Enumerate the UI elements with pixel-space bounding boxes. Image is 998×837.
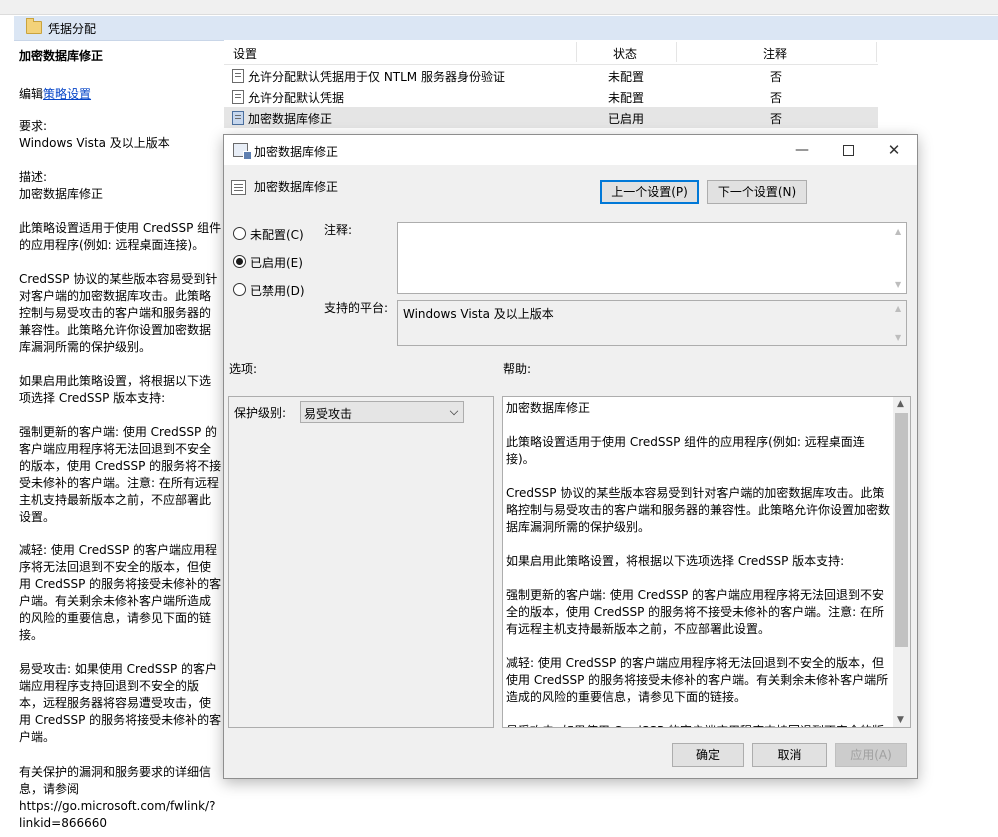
list-item[interactable]: 加密数据库修正 已启用 否 [224,107,878,128]
folder-title: 凭据分配 [48,22,97,36]
cancel-button[interactable]: 取消 [752,743,827,767]
folder-icon [26,18,42,34]
edit-policy-link[interactable]: 策略设置 [43,87,91,101]
policy-setting-icon [232,90,244,104]
row-note: 否 [770,70,783,84]
row-state: 未配置 [608,70,645,84]
description-title: 加密数据库修正 [19,49,104,63]
comment-label: 注释: [324,223,353,237]
scroll-up-icon: ▲ [895,304,902,313]
help-scrollbar[interactable]: ▲ ▼ [893,397,910,727]
folder-header: 凭据分配 [14,16,998,41]
platform-scrollbar[interactable]: ▲ ▼ [891,301,906,345]
settings-list: 设置 状态 注释 允许分配默认凭据用于仅 NTLM 服务器身份验证 未配置 否 … [224,40,998,140]
description-para-4: 强制更新的客户端: 使用 CredSSP 的 客户端应用程序将无法回退到不安全 … [19,425,222,524]
description-para-2: CredSSP 协议的某些版本容易受到针 对客户端的加密数据库攻击。此策略 控制… [19,272,218,354]
row-state: 未配置 [608,91,645,105]
chevron-down-icon [449,406,459,416]
list-header: 设置 状态 注释 [224,40,878,65]
list-item[interactable]: 允许分配默认凭据用于仅 NTLM 服务器身份验证 未配置 否 [224,65,878,86]
radio-circle [233,227,246,240]
description-para-6: 易受攻击: 如果使用 CredSSP 的客户 端应用程序支持回退到不安全的版 本… [19,662,222,744]
row-name: 允许分配默认凭据用于仅 NTLM 服务器身份验证 [248,70,505,84]
policy-app-icon [233,143,252,160]
radio-circle-checked [233,255,246,268]
column-header-state[interactable]: 状态 [613,45,637,62]
description-para-3: 如果启用此策略设置，将根据以下选 项选择 CredSSP 版本支持: [19,374,212,405]
list-item[interactable]: 允许分配默认凭据 未配置 否 [224,86,878,107]
radio-label: 已禁用(D) [250,284,305,298]
column-separator[interactable] [876,42,877,62]
column-separator[interactable] [676,42,677,62]
description-para-1: 此策略设置适用于使用 CredSSP 组件 的应用程序(例如: 远程桌面连接)。 [19,221,222,252]
policy-setting-icon [232,111,244,125]
policy-setting-icon [232,69,244,83]
platform-field: Windows Vista 及以上版本 ▲ ▼ [397,300,907,346]
scroll-up-icon[interactable]: ▲ [897,399,904,409]
comment-textarea[interactable]: ▲ ▼ [397,222,907,294]
options-panel: 保护级别: 易受攻击 [228,396,494,728]
row-state: 已启用 [608,112,645,126]
policy-dialog: 加密数据库修正 — ✕ 加密数据库修正 上一个设置(P) 下一个设置(N) 未配… [223,134,918,779]
window-top-strip [0,0,998,15]
row-note: 否 [770,112,783,126]
maximize-icon [842,144,854,156]
help-label: 帮助: [503,362,532,376]
ok-button[interactable]: 确定 [672,743,744,767]
platform-value: Windows Vista 及以上版本 [403,307,554,321]
radio-label: 未配置(C) [250,228,304,242]
column-header-note[interactable]: 注释 [763,45,787,62]
minimize-button[interactable]: — [779,135,825,165]
setting-name: 加密数据库修正 [254,180,339,194]
column-header-setting[interactable]: 设置 [233,45,257,62]
protection-level-value: 易受攻击 [304,407,353,421]
column-separator[interactable] [576,42,577,62]
apply-button[interactable]: 应用(A) [835,743,907,767]
next-setting-button[interactable]: 下一个设置(N) [707,180,807,204]
description-para-7: 有关保护的漏洞和服务要求的详细信 息，请参阅 https://go.micros… [19,765,216,830]
dialog-titlebar[interactable]: 加密数据库修正 — ✕ [224,135,917,165]
comment-scrollbar[interactable]: ▲ ▼ [891,223,906,293]
description-pane: 加密数据库修正 编辑策略设置 要求: Windows Vista 及以上版本 描… [14,44,224,837]
scroll-down-icon[interactable]: ▼ [897,715,904,725]
dialog-title: 加密数据库修正 [254,145,339,159]
radio-circle [233,283,246,296]
scroll-down-icon: ▼ [895,333,902,342]
description-para-5: 减轻: 使用 CredSSP 的客户端应用程 序将无法回退到不安全的版本，但使 … [19,543,222,642]
protection-level-label: 保护级别: [234,406,287,420]
scroll-down-icon: ▼ [895,280,902,289]
options-label: 选项: [229,362,258,376]
help-panel: 加密数据库修正 此策略设置适用于使用 CredSSP 组件的应用程序(例如: 远… [502,396,911,728]
edit-policy-line: 编辑策略设置 [19,85,91,102]
radio-label: 已启用(E) [250,256,303,270]
close-button[interactable]: ✕ [871,135,917,165]
edit-prefix: 编辑 [19,87,44,101]
scroll-thumb[interactable] [895,413,908,647]
maximize-button[interactable] [825,135,871,165]
description-requirements: 要求: Windows Vista 及以上版本 [19,119,170,150]
description-desc: 描述: 加密数据库修正 [19,170,104,201]
setting-icon [231,180,246,195]
previous-setting-button[interactable]: 上一个设置(P) [600,180,699,204]
row-note: 否 [770,91,783,105]
scroll-up-icon: ▲ [895,227,902,236]
row-name: 加密数据库修正 [248,112,333,126]
platform-label: 支持的平台: [324,301,389,315]
protection-level-select[interactable]: 易受攻击 [300,401,464,423]
help-text: 加密数据库修正 此策略设置适用于使用 CredSSP 组件的应用程序(例如: 远… [506,401,891,727]
row-name: 允许分配默认凭据 [248,91,345,105]
